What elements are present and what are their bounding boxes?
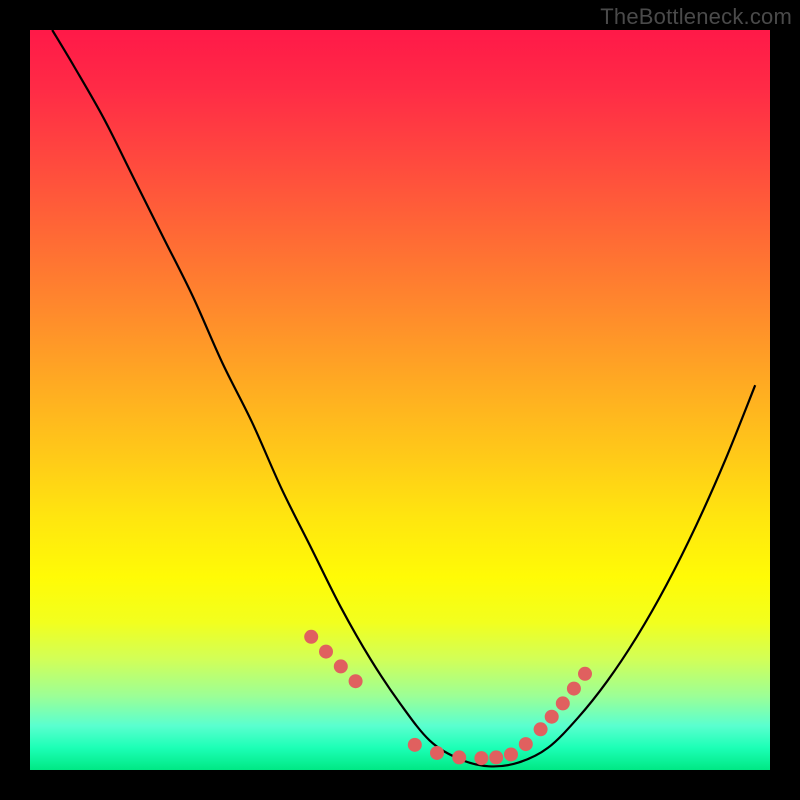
marker-dot <box>319 645 333 659</box>
marker-dot <box>534 722 548 736</box>
marker-dot <box>545 710 559 724</box>
curve-svg <box>30 30 770 770</box>
marker-dot <box>578 667 592 681</box>
marker-dot <box>567 682 581 696</box>
marker-dot <box>519 737 533 751</box>
marker-dot <box>408 738 422 752</box>
marker-dot <box>430 746 444 760</box>
marker-dot <box>556 696 570 710</box>
marker-dot <box>489 750 503 764</box>
marker-dot <box>334 659 348 673</box>
marker-dot <box>452 750 466 764</box>
chart-stage: TheBottleneck.com <box>0 0 800 800</box>
marker-dot <box>474 751 488 765</box>
plot-area <box>30 30 770 770</box>
marker-dot <box>349 674 363 688</box>
bottleneck-curve <box>52 30 755 766</box>
highlight-markers <box>304 630 592 765</box>
watermark-text: TheBottleneck.com <box>600 4 792 30</box>
marker-dot <box>504 747 518 761</box>
marker-dot <box>304 630 318 644</box>
